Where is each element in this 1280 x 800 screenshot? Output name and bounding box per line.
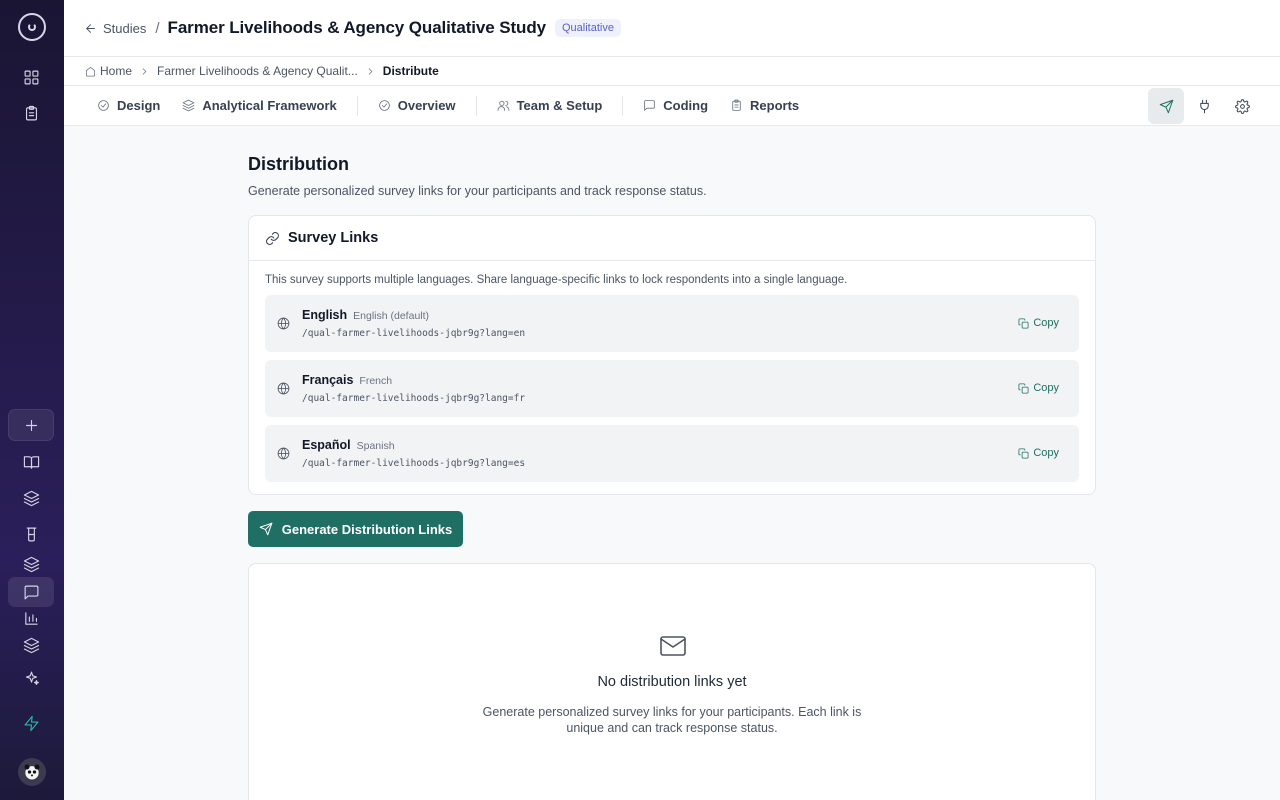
tab-divider bbox=[356, 95, 358, 116]
language-link-row: Français French /qual-farmer-livelihoods… bbox=[265, 360, 1079, 417]
breadcrumb-home-label: Home bbox=[100, 64, 133, 78]
tab-divider bbox=[622, 95, 624, 116]
sparkles-icon[interactable] bbox=[8, 663, 54, 693]
back-label: Studies bbox=[103, 20, 147, 36]
copy-icon bbox=[1018, 383, 1029, 393]
breadcrumb-study[interactable]: Farmer Livelihoods & Agency Qualit... bbox=[157, 64, 358, 78]
tab-label: Coding bbox=[663, 98, 709, 113]
layers-icon[interactable] bbox=[8, 483, 54, 513]
tab-analytical-framework[interactable]: Analytical Framework bbox=[171, 86, 347, 126]
book-icon[interactable] bbox=[8, 447, 54, 477]
breadcrumb-study-label: Farmer Livelihoods & Agency Qualit... bbox=[157, 64, 358, 78]
language-label: French bbox=[359, 375, 393, 387]
app-logo-icon[interactable] bbox=[18, 13, 46, 41]
language-link-row: Español Spanish /qual-farmer-livelihoods… bbox=[265, 425, 1079, 482]
language-label: Spanish bbox=[356, 440, 395, 452]
copy-label: Copy bbox=[1033, 382, 1059, 394]
copy-label: Copy bbox=[1033, 317, 1059, 329]
avatar[interactable] bbox=[18, 758, 46, 786]
globe-icon bbox=[277, 382, 290, 395]
copy-icon bbox=[1018, 448, 1029, 458]
tab-label: Team & Setup bbox=[516, 98, 603, 113]
message-square-icon bbox=[644, 100, 656, 111]
language-name: Français bbox=[302, 373, 354, 387]
tab-label: Design bbox=[117, 98, 161, 113]
language-label: English (default) bbox=[353, 310, 430, 322]
stack-icon[interactable] bbox=[8, 549, 54, 579]
tab-label: Overview bbox=[397, 98, 456, 113]
check-circle-icon bbox=[98, 100, 109, 111]
copy-icon bbox=[1018, 318, 1029, 328]
language-link-path: /qual-farmer-livelihoods-jqbr9g?lang=es bbox=[302, 458, 526, 469]
empty-state-description: Generate personalized survey links for y… bbox=[482, 705, 862, 735]
tab-overview[interactable]: Overview bbox=[367, 86, 467, 126]
breadcrumb-current-label: Distribute bbox=[382, 64, 439, 78]
top-header: Studies / Farmer Livelihoods & Agency Qu… bbox=[64, 0, 1280, 57]
language-link-path: /qual-farmer-livelihoods-jqbr9g?lang=fr bbox=[302, 393, 526, 404]
arrow-left-icon bbox=[86, 23, 95, 33]
settings-button[interactable] bbox=[1224, 88, 1260, 124]
users-icon bbox=[497, 100, 509, 111]
home-icon bbox=[85, 66, 96, 76]
chevron-right-icon bbox=[139, 66, 150, 77]
main-content: Distribution Generate personalized surve… bbox=[248, 126, 1096, 800]
language-name: Español bbox=[302, 438, 351, 452]
copy-link-button[interactable]: Copy bbox=[1018, 382, 1059, 394]
clipboard-icon bbox=[732, 99, 741, 111]
tab-coding[interactable]: Coding bbox=[632, 86, 719, 126]
title-separator: / bbox=[155, 19, 160, 37]
distribute-button[interactable] bbox=[1148, 88, 1184, 124]
language-name: English bbox=[302, 308, 348, 322]
survey-links-header: Survey Links bbox=[249, 216, 1095, 261]
breadcrumb-home[interactable]: Home bbox=[85, 64, 132, 78]
tab-label: Analytical Framework bbox=[202, 98, 337, 113]
generate-distribution-links-button[interactable]: Generate Distribution Links bbox=[248, 511, 463, 547]
tab-design[interactable]: Design bbox=[86, 86, 171, 126]
beaker-icon[interactable] bbox=[8, 519, 54, 549]
check-circle-icon bbox=[378, 100, 390, 111]
integrations-button[interactable] bbox=[1186, 88, 1222, 124]
plug-icon bbox=[1199, 99, 1209, 113]
mail-icon bbox=[659, 634, 687, 663]
copy-link-button[interactable]: Copy bbox=[1018, 447, 1059, 459]
language-link-row: English English (default) /qual-farmer-l… bbox=[265, 295, 1079, 352]
multilanguage-note: This survey supports multiple languages.… bbox=[265, 274, 848, 286]
link-icon bbox=[266, 231, 279, 245]
section-title: Distribution bbox=[248, 154, 349, 174]
globe-icon bbox=[277, 317, 290, 330]
breadcrumb: Home Farmer Livelihoods & Agency Qualit.… bbox=[64, 57, 1280, 86]
back-to-studies-link[interactable]: Studies bbox=[84, 21, 146, 36]
survey-links-card: Survey Links This survey supports multip… bbox=[248, 215, 1096, 495]
study-tabs: Design Analytical Framework Overview Tea… bbox=[64, 86, 1280, 126]
send-icon bbox=[1159, 99, 1173, 113]
lightning-icon[interactable] bbox=[8, 708, 54, 738]
empty-state-card: No distribution links yet Generate perso… bbox=[248, 563, 1096, 800]
study-type-badge: Qualitative bbox=[554, 19, 621, 37]
gear-icon bbox=[1234, 98, 1250, 114]
tab-label: Reports bbox=[750, 98, 800, 113]
send-icon bbox=[259, 522, 273, 536]
bar-chart-icon[interactable] bbox=[8, 603, 54, 633]
page-title: Farmer Livelihoods & Agency Qualitative … bbox=[167, 18, 547, 37]
section-subtitle: Generate personalized survey links for y… bbox=[248, 184, 707, 198]
empty-state-title: No distribution links yet bbox=[597, 674, 747, 690]
clipboard-icon[interactable] bbox=[8, 98, 54, 128]
layers-icon bbox=[182, 99, 195, 112]
copy-link-button[interactable]: Copy bbox=[1018, 317, 1059, 329]
globe-icon bbox=[277, 447, 290, 460]
add-button[interactable] bbox=[8, 409, 54, 441]
tab-team-setup[interactable]: Team & Setup bbox=[486, 86, 614, 126]
copy-label: Copy bbox=[1033, 447, 1059, 459]
tab-divider bbox=[475, 95, 477, 116]
layers-alt-icon[interactable] bbox=[8, 630, 54, 660]
tab-actions bbox=[1148, 88, 1260, 124]
survey-links-title: Survey Links bbox=[288, 230, 379, 246]
breadcrumb-current: Distribute bbox=[383, 64, 439, 78]
grid-icon[interactable] bbox=[8, 62, 54, 92]
chevron-right-icon bbox=[365, 66, 376, 77]
tab-reports[interactable]: Reports bbox=[719, 86, 810, 126]
generate-button-label: Generate Distribution Links bbox=[281, 521, 453, 537]
language-link-path: /qual-farmer-livelihoods-jqbr9g?lang=en bbox=[302, 328, 526, 339]
sidebar bbox=[0, 0, 64, 800]
